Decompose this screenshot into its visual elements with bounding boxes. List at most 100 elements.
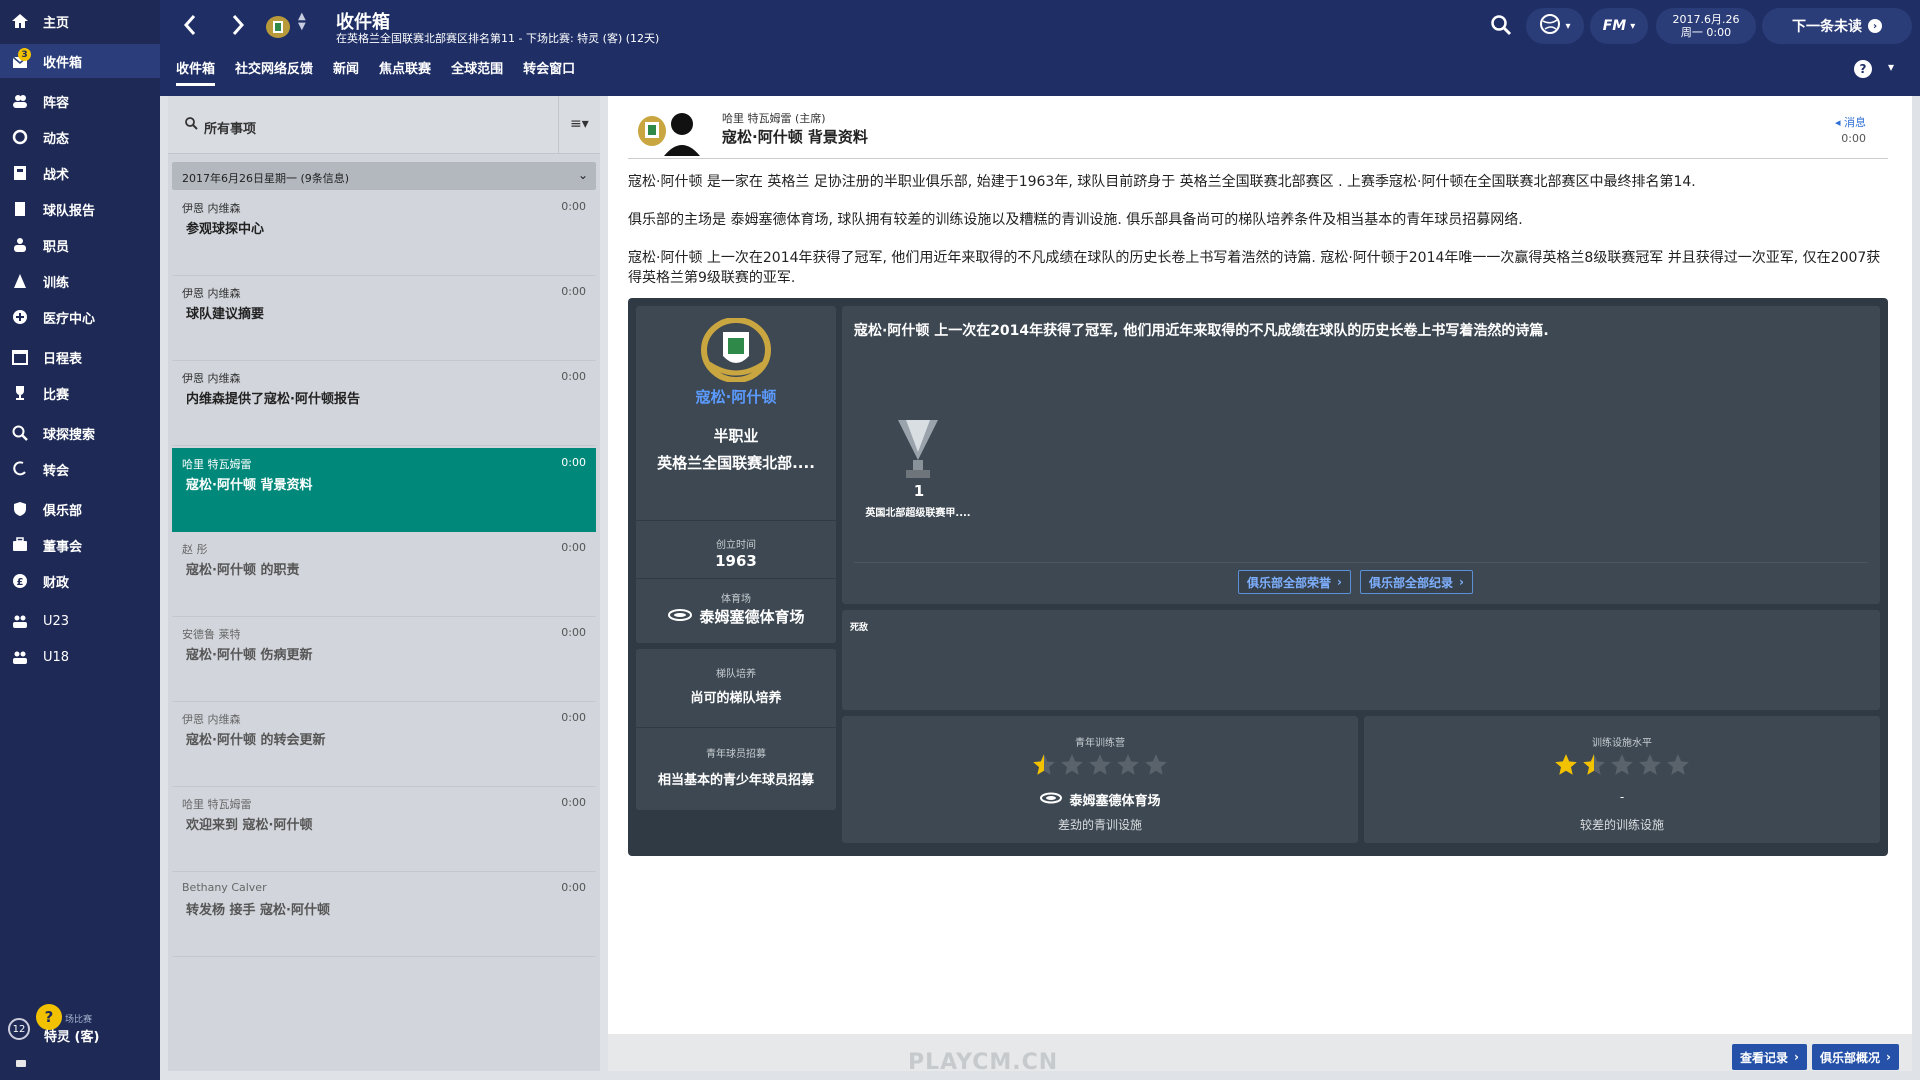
stadium-row[interactable]: 泰姆塞德体育场 xyxy=(636,606,836,627)
next-match-panel[interactable]: 12 ? 场比赛 特灵 (客) xyxy=(0,1000,160,1080)
fm-menu-button[interactable]: FM ▾ xyxy=(1590,8,1648,44)
sidebar-item-finances[interactable]: £ 财政 xyxy=(0,564,160,598)
back-arrow-icon[interactable] xyxy=(180,10,200,46)
list-item[interactable]: Bethany Calver 0:00 转发杨 接手 寇松·阿什顿 xyxy=(172,873,596,957)
list-item-selected[interactable]: 哈里 特瓦姆雷 0:00 寇松·阿什顿 背景资料 xyxy=(172,448,596,532)
chevron-down-icon[interactable]: ▾ xyxy=(1888,60,1894,74)
club-overview-button[interactable]: 俱乐部概况 › xyxy=(1812,1044,1899,1070)
day-time-line: 周一 0:00 xyxy=(1680,26,1732,39)
honours-panel: 寇松·阿什顿 上一次在2014年获得了冠军, 他们用近年来取得的不凡成绩在球队的… xyxy=(842,306,1880,604)
list-item[interactable]: 伊恩 内维森 0:00 球队建议摘要 xyxy=(172,277,596,361)
sidebar-item-squad[interactable]: 阵容 xyxy=(0,84,160,118)
rivals-panel: 死敌 xyxy=(842,610,1880,710)
date-display[interactable]: 2017.6月.26 周一 0:00 xyxy=(1656,8,1756,44)
dynamics-icon xyxy=(10,127,30,147)
star-icon xyxy=(1117,754,1139,775)
list-item[interactable]: 安德鲁 莱特 0:00 寇松·阿什顿 伤病更新 xyxy=(172,618,596,702)
recruit-value: 相当基本的青少年球员招募 xyxy=(657,773,814,788)
message-sender: 伊恩 内维森 xyxy=(182,713,241,726)
all-honours-button[interactable]: 俱乐部全部荣誉 › xyxy=(1238,570,1351,594)
youth-recruitment-card: 梯队培养 尚可的梯队培养 青年球员招募 相当基本的青少年球员招募 xyxy=(636,649,836,810)
message-time: 0:00 xyxy=(561,285,586,298)
sidebar-item-competitions[interactable]: 比赛 xyxy=(0,376,160,410)
list-item[interactable]: 哈里 特瓦姆雷 0:00 欢迎来到 寇松·阿什顿 xyxy=(172,788,596,872)
sidebar-item-transfers[interactable]: 转会 xyxy=(0,452,160,486)
founded-label: 创立时间 xyxy=(716,540,756,551)
sidebar-item-label: 战术 xyxy=(43,167,70,183)
youth-facilities-stars xyxy=(842,752,1358,778)
list-item[interactable]: 伊恩 内维森 0:00 内维森提供了寇松·阿什顿报告 xyxy=(172,362,596,446)
message-subject: 内维森提供了寇松·阿什顿报告 xyxy=(186,392,360,407)
squad-icon xyxy=(10,91,30,111)
club-crest-icon[interactable] xyxy=(264,14,292,40)
chevron-right-icon: › xyxy=(1459,575,1464,589)
sidebar-item-medical[interactable]: 医疗中心 xyxy=(0,300,160,334)
tab-global[interactable]: 全球范围 xyxy=(451,58,503,86)
sidebar-item-tactics[interactable]: 战术 xyxy=(0,156,160,190)
venue-name: 泰姆塞德体育场 xyxy=(1069,794,1161,809)
tab-transfer-window[interactable]: 转会窗口 xyxy=(523,58,575,86)
sidebar-item-calendar[interactable]: 日程表 xyxy=(0,340,160,374)
sidebar-item-home[interactable]: 主页 xyxy=(0,4,160,38)
message-time: 0:00 xyxy=(561,796,586,809)
view-records-label: 查看记录 xyxy=(1740,1050,1789,1065)
all-records-button[interactable]: 俱乐部全部纪录 › xyxy=(1360,570,1473,594)
inbox-filter[interactable]: 所有事项 ≡▾ xyxy=(168,96,600,154)
sidebar-item-u18[interactable]: U18 xyxy=(0,640,160,674)
message-sender: Bethany Calver xyxy=(182,881,267,894)
tab-social[interactable]: 社交网络反馈 xyxy=(235,58,313,86)
message-time: 0:00 xyxy=(561,541,586,554)
body-paragraph: 俱乐部的主场是 泰姆塞德体育场, 球队拥有较差的训练设施以及糟糕的青训设施. 俱… xyxy=(628,212,1523,228)
training-icon xyxy=(10,271,30,291)
forward-arrow-icon[interactable] xyxy=(228,10,248,46)
message-type-tag[interactable]: ◂ 消息 xyxy=(1835,114,1866,130)
finance-icon: £ xyxy=(10,571,30,591)
next-match-caption: 场比赛 xyxy=(65,1015,93,1025)
sidebar-item-scouting[interactable]: 球探搜索 xyxy=(0,416,160,450)
date-group-header[interactable]: 2017年6月26日星期一 (9条信息) ⌄ xyxy=(172,162,596,190)
chevron-updown-icon[interactable]: ▲ ▼ xyxy=(298,12,306,32)
chevron-down-icon: ▾ xyxy=(1630,20,1636,32)
world-menu-button[interactable]: ▾ xyxy=(1526,8,1584,44)
sidebar-item-dynamics[interactable]: 动态 xyxy=(0,120,160,154)
club-league[interactable]: 英格兰全国联赛北部.... xyxy=(636,452,836,473)
sidebar-item-club[interactable]: 俱乐部 xyxy=(0,492,160,526)
message-time: 0:00 xyxy=(561,370,586,383)
chevron-right-icon: › xyxy=(1794,1050,1799,1064)
sidebar-item-board[interactable]: 董事会 xyxy=(0,528,160,562)
sidebar-item-report[interactable]: 球队报告 xyxy=(0,192,160,226)
trophy-icon[interactable] xyxy=(892,416,944,486)
help-icon[interactable]: ? xyxy=(1854,60,1872,78)
sidebar-item-label: 财政 xyxy=(43,575,70,591)
report-icon xyxy=(10,199,30,219)
list-menu-icon[interactable]: ≡▾ xyxy=(570,116,589,132)
star-icon xyxy=(1555,754,1577,775)
youth-facilities-desc: 差劲的青训设施 xyxy=(1057,818,1142,832)
tab-news[interactable]: 新闻 xyxy=(333,58,359,86)
training-facilities-panel: 训练设施水平 - 较差的训练设施 xyxy=(1364,716,1880,843)
home-icon xyxy=(10,11,30,31)
globe-icon xyxy=(1539,13,1561,39)
tab-focus-leagues[interactable]: 焦点联赛 xyxy=(379,58,431,86)
keyboard-icon xyxy=(16,1060,26,1067)
divider xyxy=(628,158,1888,159)
message-subject: 寇松·阿什顿 背景资料 xyxy=(186,478,313,493)
tab-inbox[interactable]: 收件箱 xyxy=(176,58,216,86)
sidebar-item-training[interactable]: 训练 xyxy=(0,264,160,298)
list-item[interactable]: 伊恩 内维森 0:00 寇松·阿什顿 的转会更新 xyxy=(172,703,596,787)
sidebar-item-inbox[interactable]: 3 收件箱 xyxy=(0,44,160,78)
club-name-link[interactable]: 寇松·阿什顿 xyxy=(636,386,836,407)
list-item[interactable]: 伊恩 内维森 0:00 参观球探中心 xyxy=(172,192,596,276)
svg-text:£: £ xyxy=(17,577,24,588)
stadium-name: 泰姆塞德体育场 xyxy=(699,608,805,626)
youth-facilities-venue[interactable]: 泰姆塞德体育场 xyxy=(842,790,1358,809)
sidebar-item-u23[interactable]: U23 xyxy=(0,604,160,638)
star-icon xyxy=(1639,754,1661,775)
next-unread-button[interactable]: 下一条未读 › xyxy=(1762,8,1912,44)
sidebar-item-staff[interactable]: 职员 xyxy=(0,228,160,262)
list-item[interactable]: 赵 彤 0:00 寇松·阿什顿 的职责 xyxy=(172,533,596,617)
rivals-label: 死敌 xyxy=(850,623,869,633)
message-title: 寇松·阿什顿 背景资料 xyxy=(722,128,868,146)
search-icon[interactable] xyxy=(1490,14,1512,40)
view-records-button[interactable]: 查看记录 › xyxy=(1732,1044,1807,1070)
